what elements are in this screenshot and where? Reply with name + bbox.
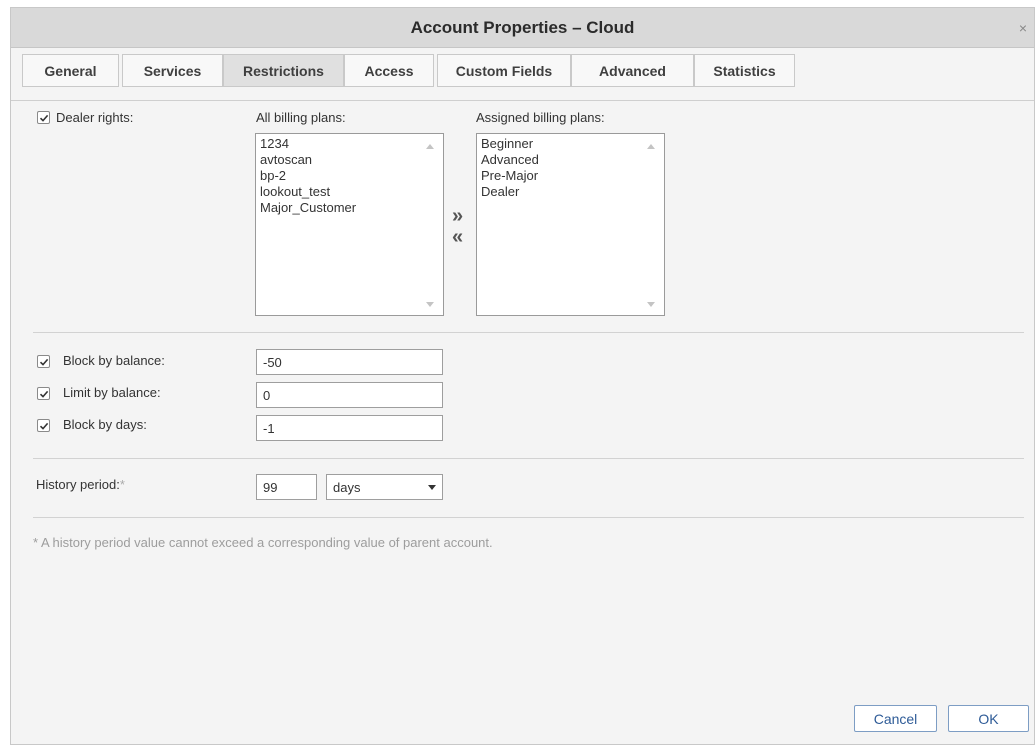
check-icon (39, 114, 48, 122)
list-item[interactable]: Major_Customer (260, 200, 443, 216)
list-item[interactable]: lookout_test (260, 184, 443, 200)
tab-advanced[interactable]: Advanced (571, 54, 694, 87)
list-item[interactable]: 1234 (260, 136, 443, 152)
block-by-days-input[interactable] (256, 415, 443, 441)
history-period-label: History period:* (36, 477, 125, 492)
tab-general[interactable]: General (22, 54, 119, 87)
block-by-balance-input[interactable] (256, 349, 443, 375)
check-icon (39, 358, 48, 366)
tab-statistics[interactable]: Statistics (694, 54, 795, 87)
required-mark: * (119, 477, 125, 492)
block-by-balance-checkbox[interactable] (37, 355, 50, 368)
cancel-button[interactable]: Cancel (854, 705, 937, 732)
tab-services[interactable]: Services (122, 54, 223, 87)
dealer-rights-checkbox[interactable] (37, 111, 50, 124)
title-bar: Account Properties – Cloud × (11, 8, 1034, 48)
block-by-balance-label: Block by balance: (63, 353, 165, 368)
assigned-billing-plans-list[interactable]: Beginner Advanced Pre-Major Dealer (476, 133, 665, 316)
list-item[interactable]: avtoscan (260, 152, 443, 168)
close-icon[interactable]: × (1016, 21, 1030, 35)
remove-plan-button[interactable]: « (452, 227, 463, 247)
tab-custom-fields[interactable]: Custom Fields (437, 54, 571, 87)
add-plan-button[interactable]: » (452, 206, 463, 226)
tab-restrictions[interactable]: Restrictions (223, 54, 344, 87)
all-billing-plans-label: All billing plans: (256, 110, 346, 125)
list-item[interactable]: Pre-Major (481, 168, 664, 184)
tab-bar: General Services Restrictions Access Cus… (11, 48, 1034, 101)
history-period-footnote: * A history period value cannot exceed a… (33, 535, 493, 550)
scroll-up-icon[interactable] (426, 144, 434, 149)
history-period-label-text: History period: (36, 477, 120, 492)
list-item[interactable]: Dealer (481, 184, 664, 200)
check-icon (39, 422, 48, 430)
account-properties-dialog: Account Properties – Cloud × General Ser… (10, 7, 1035, 745)
scroll-down-icon[interactable] (647, 302, 655, 307)
list-item[interactable]: bp-2 (260, 168, 443, 184)
history-period-unit-select[interactable]: days (326, 474, 443, 500)
block-by-days-checkbox[interactable] (37, 419, 50, 432)
limit-by-balance-label: Limit by balance: (63, 385, 161, 400)
divider (33, 517, 1024, 518)
all-billing-plans-list[interactable]: 1234 avtoscan bp-2 lookout_test Major_Cu… (255, 133, 444, 316)
limit-by-balance-checkbox[interactable] (37, 387, 50, 400)
divider (33, 458, 1024, 459)
scroll-down-icon[interactable] (426, 302, 434, 307)
dealer-rights-label: Dealer rights: (56, 110, 134, 125)
check-icon (39, 390, 48, 398)
history-period-input[interactable] (256, 474, 317, 500)
tab-access[interactable]: Access (344, 54, 434, 87)
ok-button[interactable]: OK (948, 705, 1029, 732)
list-item[interactable]: Beginner (481, 136, 664, 152)
block-by-days-label: Block by days: (63, 417, 147, 432)
scroll-up-icon[interactable] (647, 144, 655, 149)
divider (33, 332, 1024, 333)
chevron-down-icon (428, 485, 436, 490)
selected-unit: days (333, 480, 361, 495)
limit-by-balance-input[interactable] (256, 382, 443, 408)
dialog-title: Account Properties – Cloud (410, 18, 635, 37)
list-item[interactable]: Advanced (481, 152, 664, 168)
assigned-billing-plans-label: Assigned billing plans: (476, 110, 605, 125)
